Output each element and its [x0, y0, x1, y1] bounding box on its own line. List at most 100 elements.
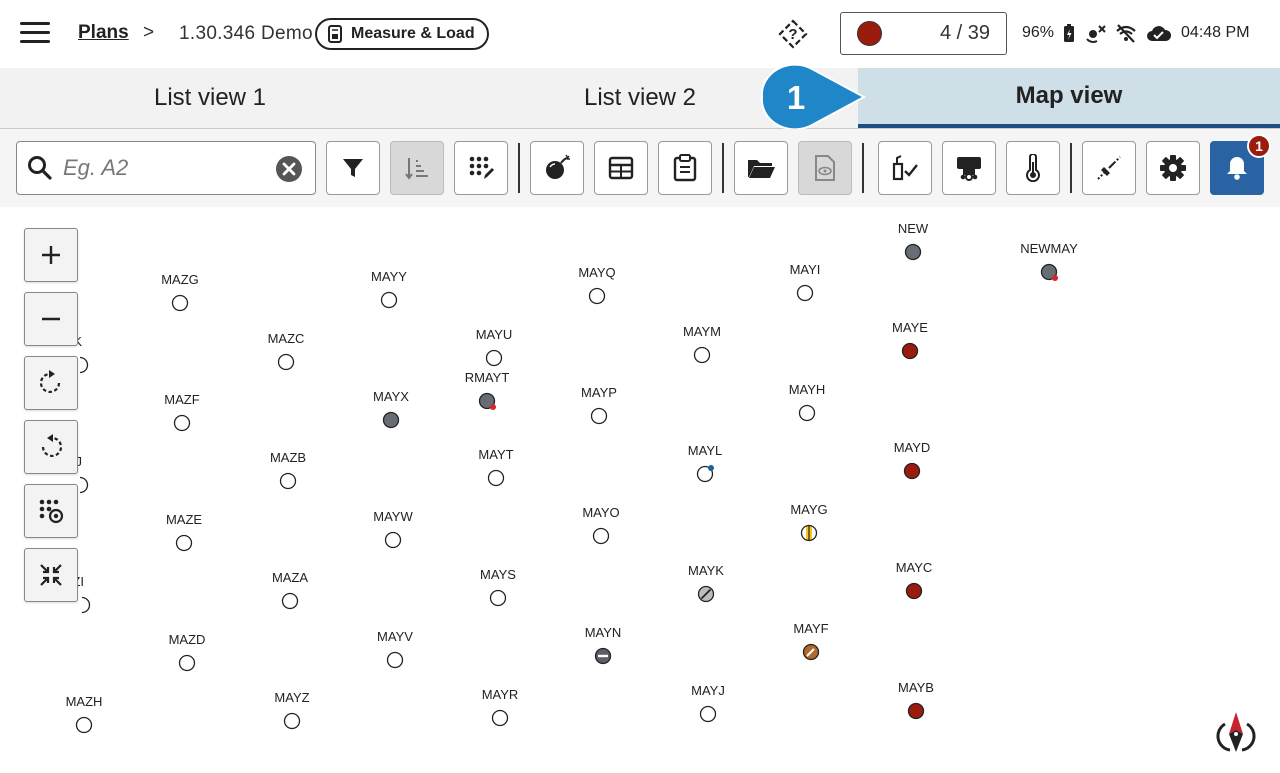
hole-marker — [907, 702, 925, 720]
hole-marker — [386, 651, 404, 669]
hole-label: MAYN — [584, 625, 622, 640]
rotate-ccw-icon — [41, 434, 63, 458]
check-load-button[interactable] — [878, 141, 932, 195]
hamburger-icon[interactable] — [20, 22, 50, 46]
bell-icon — [1227, 157, 1247, 180]
blast-button[interactable] — [530, 141, 584, 195]
zoom-out-button[interactable] — [24, 292, 78, 346]
hole-marker — [901, 342, 919, 360]
wifi-off-icon — [1116, 24, 1136, 43]
toolbar-divider — [722, 143, 724, 193]
hole-marker — [485, 349, 503, 367]
map-canvas[interactable]: MAZGMAYYMAYQMAYINEWNEWMAYZKMAZCMAYUMAYMM… — [0, 207, 1280, 773]
thermometer-icon — [1026, 154, 1040, 182]
view-tabs: List view 1 List view 2 Map view — [0, 68, 1280, 129]
hole-label: MAYG — [790, 502, 828, 517]
wire-button[interactable] — [1082, 141, 1136, 195]
hole-label: MAYU — [475, 327, 513, 342]
hole-marker — [905, 582, 923, 600]
truck-icon — [957, 157, 981, 181]
blast-icon — [546, 154, 570, 179]
clipboard-button[interactable] — [658, 141, 712, 195]
file-view-button[interactable] — [798, 141, 852, 195]
mode-label: Measure & Load — [351, 25, 475, 42]
progress-counter[interactable]: 4 / 39 — [840, 12, 1007, 55]
hole-marker — [699, 705, 717, 723]
hole-label: MAZC — [267, 331, 305, 346]
hole-label: MAYF — [793, 621, 829, 636]
callout-number: 1 — [787, 79, 805, 116]
fit-view-button[interactable] — [24, 548, 78, 602]
hole-label: MAYD — [893, 440, 931, 455]
rotate-ccw-button[interactable] — [24, 420, 78, 474]
hole-label: MAYC — [895, 560, 933, 575]
gear-icon — [1160, 155, 1186, 181]
file-view-icon — [815, 155, 835, 181]
zoom-in-button[interactable] — [24, 228, 78, 282]
table-button[interactable] — [594, 141, 648, 195]
hole-marker — [491, 709, 509, 727]
hole-label: MAYW — [373, 509, 413, 524]
hole-label: MAYZ — [274, 690, 310, 705]
sort-button[interactable] — [390, 141, 444, 195]
tab-map-view[interactable]: Map view — [858, 68, 1280, 128]
hole-marker — [696, 465, 714, 483]
hole-label: MAYV — [377, 629, 413, 644]
hole-marker — [277, 353, 295, 371]
hole-label: MAYR — [481, 687, 519, 702]
toolbar: 1 — [0, 129, 1280, 207]
hole-marker — [796, 284, 814, 302]
hole-label: MAZA — [271, 570, 309, 585]
tab-list-view-1[interactable]: List view 1 — [0, 68, 420, 128]
search-box — [16, 141, 316, 195]
battery-percent: 96% — [1022, 24, 1055, 41]
search-input[interactable] — [63, 152, 273, 184]
battery-icon — [1064, 24, 1075, 42]
hole-label: MAZF — [164, 392, 200, 407]
hole-label: RMAYT — [464, 370, 510, 385]
hole-marker — [588, 287, 606, 305]
grid-edit-button[interactable] — [454, 141, 508, 195]
select-holes-button[interactable] — [24, 484, 78, 538]
hole-label: MAYB — [898, 680, 934, 695]
hole-label: NEW — [897, 221, 929, 236]
load-icon — [328, 25, 342, 43]
folder-button[interactable] — [734, 141, 788, 195]
hole-marker — [592, 527, 610, 545]
rotate-cw-button[interactable] — [24, 356, 78, 410]
status-bar: 96% 04:48 PM — [1022, 23, 1250, 43]
grid-edit-icon — [469, 156, 494, 179]
help-icon[interactable]: ? — [778, 19, 808, 49]
notifications-button[interactable]: 1 — [1210, 134, 1271, 195]
counter-text: 4 / 39 — [939, 22, 990, 44]
hole-marker — [283, 712, 301, 730]
hole-label: MAZB — [269, 450, 307, 465]
rotate-cw-icon — [39, 370, 61, 394]
mode-badge[interactable]: Measure & Load — [315, 18, 489, 50]
cloud-check-icon — [1147, 26, 1172, 41]
folder-icon — [748, 160, 775, 178]
hole-label: MAZH — [65, 694, 103, 709]
hole-label: MAYL — [687, 443, 723, 458]
notification-badge: 1 — [1247, 134, 1271, 158]
hole-marker — [380, 291, 398, 309]
hole-marker — [173, 414, 191, 432]
compass-icon[interactable] — [1216, 710, 1256, 754]
breadcrumb-plans[interactable]: Plans — [78, 22, 129, 44]
search-icon — [28, 156, 52, 180]
filter-icon — [343, 159, 363, 177]
hole-marker — [1040, 263, 1058, 281]
clipboard-icon — [673, 154, 697, 182]
fit-icon — [40, 564, 62, 586]
truck-button[interactable] — [942, 141, 996, 195]
zoom-out-icon — [42, 317, 60, 321]
settings-button[interactable] — [1146, 141, 1200, 195]
hole-label: MAYX — [373, 389, 409, 404]
thermometer-button[interactable] — [1006, 141, 1060, 195]
filter-button[interactable] — [326, 141, 380, 195]
hole-label: MAYJ — [691, 683, 725, 698]
hole-marker — [904, 243, 922, 261]
table-icon — [608, 156, 634, 180]
satellite-off-icon — [1086, 25, 1106, 43]
clear-icon[interactable] — [275, 155, 303, 183]
